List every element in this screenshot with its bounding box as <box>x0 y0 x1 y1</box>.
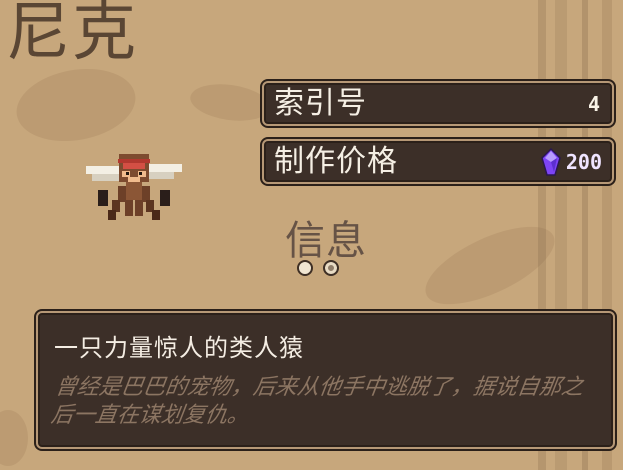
purple-crystal-icon <box>541 148 561 176</box>
cost-value-group: 200 <box>540 148 602 176</box>
character-name: 尼克 <box>6 0 138 70</box>
index-panel: 索引号 4 <box>262 81 614 126</box>
cost-panel: 制作价格 200 <box>262 139 614 184</box>
page-dot-1[interactable] <box>297 260 313 276</box>
background-stain <box>10 60 142 150</box>
page-indicator <box>297 260 339 276</box>
winged-monkey-sprite <box>86 154 182 220</box>
cost-value: 200 <box>565 150 602 174</box>
background-stain <box>0 410 28 466</box>
section-title: 信息 <box>285 218 367 264</box>
cost-label: 制作价格 <box>274 144 398 179</box>
index-label: 索引号 <box>274 86 367 121</box>
description-title: 一只力量惊人的类人猿 <box>54 334 304 362</box>
background-stain <box>187 79 273 126</box>
description-body: 曾经是巴巴的宠物，后来从他手中逃脱了，据说自那之后一直在谋划复仇。 <box>49 375 585 428</box>
index-value: 4 <box>587 92 600 116</box>
page-dot-2[interactable] <box>323 260 339 276</box>
description-panel: 一只力量惊人的类人猿 曾经是巴巴的宠物，后来从他手中逃脱了，据说自那之后一直在谋… <box>36 311 615 449</box>
